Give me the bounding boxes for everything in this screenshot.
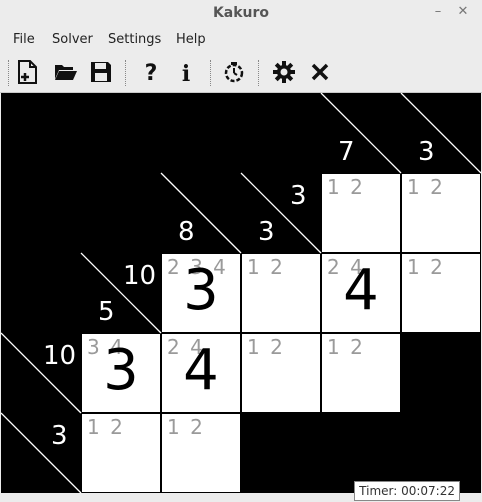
clear-icon[interactable] — [306, 58, 334, 86]
close-window-icon[interactable]: ✕ — [455, 4, 471, 20]
timer-clock-icon[interactable] — [220, 58, 248, 86]
cell-value: 4 — [343, 258, 379, 323]
candidates: 1 2 — [407, 255, 445, 279]
toolbar-separator — [125, 60, 126, 86]
clue-across: 3 — [290, 181, 307, 211]
candidates: 1 2 — [247, 335, 285, 359]
kakuro-board: 7 3 3 8 3 10 5 10 3 1 2 1 2 2 3 43 1 2 2… — [1, 93, 481, 493]
menu-file[interactable]: File — [13, 32, 35, 47]
candidates: 1 2 — [327, 335, 365, 359]
window-title: Kakuro — [212, 5, 270, 21]
svg-text:i: i — [182, 61, 190, 84]
gear-icon[interactable] — [270, 58, 298, 86]
cell-r3c1[interactable]: 3 43 — [82, 334, 160, 412]
cell-r4c2[interactable]: 1 2 — [162, 414, 240, 492]
cell-r2c3[interactable]: 1 2 — [242, 254, 320, 332]
menu-settings[interactable]: Settings — [108, 32, 161, 47]
clue-down: 5 — [98, 297, 115, 327]
candidates: 1 2 — [247, 255, 285, 279]
cell-r2c5[interactable]: 1 2 — [402, 254, 480, 332]
toolbar-separator — [258, 60, 259, 86]
clue-down: 3 — [258, 217, 275, 247]
toolbar-separator — [8, 60, 9, 86]
candidates: 1 2 — [87, 415, 125, 439]
toolbar: ? i — [0, 52, 482, 93]
cell-r2c4[interactable]: 2 44 — [322, 254, 400, 332]
minimize-icon[interactable]: – — [430, 4, 446, 20]
cell-r3c2[interactable]: 2 44 — [162, 334, 240, 412]
svg-text:?: ? — [145, 61, 158, 84]
cell-r1c4[interactable]: 1 2 — [322, 174, 400, 252]
cell-r4c1[interactable]: 1 2 — [82, 414, 160, 492]
timer-display: Timer: 00:07:22 — [354, 481, 460, 501]
cell-r1c5[interactable]: 1 2 — [402, 174, 480, 252]
clue-across: 10 — [123, 261, 157, 291]
cell-r3c3[interactable]: 1 2 — [242, 334, 320, 412]
candidates: 1 2 — [167, 415, 205, 439]
cell-value: 3 — [103, 338, 139, 403]
clue-across: 10 — [43, 341, 77, 371]
open-folder-icon[interactable] — [52, 58, 80, 86]
clue-down: 3 — [418, 137, 435, 167]
clue-across: 3 — [51, 421, 68, 451]
toolbar-separator — [210, 60, 211, 86]
save-icon[interactable] — [87, 58, 115, 86]
menu-help[interactable]: Help — [176, 32, 206, 47]
candidates: 1 2 — [327, 175, 365, 199]
info-icon[interactable]: i — [172, 58, 200, 86]
cell-r2c2[interactable]: 2 3 43 — [162, 254, 240, 332]
menu-bar: File Solver Settings Help — [0, 28, 482, 52]
window-titlebar: Kakuro – ✕ — [0, 0, 482, 28]
clue-down: 7 — [338, 137, 355, 167]
candidates: 1 2 — [407, 175, 445, 199]
clue-down: 8 — [178, 217, 195, 247]
menu-solver[interactable]: Solver — [52, 32, 93, 47]
cell-value: 4 — [183, 338, 219, 403]
cell-r3c4[interactable]: 1 2 — [322, 334, 400, 412]
help-icon[interactable]: ? — [137, 58, 165, 86]
new-file-icon[interactable] — [14, 58, 42, 86]
cell-value: 3 — [183, 258, 219, 323]
